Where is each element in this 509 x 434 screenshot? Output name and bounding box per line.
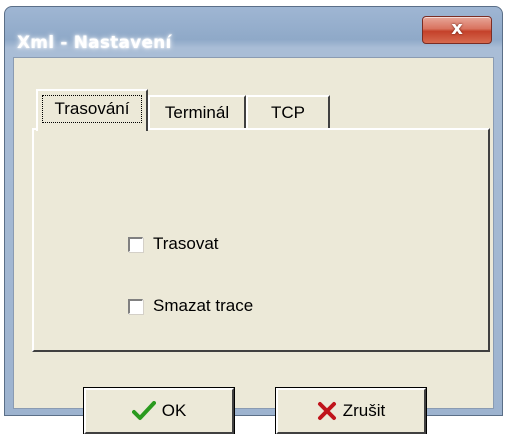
trasovat-label: Trasovat xyxy=(153,234,219,253)
title-bar[interactable]: Xml - Nastavení x xyxy=(5,7,502,57)
smazat-trace-label: Smazat trace xyxy=(153,296,254,315)
smazat-trace-checkbox[interactable] xyxy=(128,298,143,314)
trasovat-option[interactable]: Trasovat xyxy=(128,232,219,256)
cancel-label: Zrušit xyxy=(342,401,386,420)
cancel-button[interactable]: Zrušit xyxy=(275,387,427,434)
close-button[interactable]: x xyxy=(422,16,492,44)
ok-button[interactable]: OK xyxy=(83,387,235,434)
tab-label: Trasování xyxy=(54,99,130,118)
checkmark-icon xyxy=(131,401,156,421)
tab-label: Terminál xyxy=(164,103,230,122)
tab-tcp[interactable]: TCP xyxy=(246,95,330,129)
tab-trasovani[interactable]: Trasování xyxy=(36,89,148,131)
close-icon: x xyxy=(451,18,463,39)
tab-panel-trasovani: Trasovat Smazat trace xyxy=(32,128,490,352)
ok-label: OK xyxy=(161,401,187,420)
settings-dialog: Xml - Nastavení x Trasování Terminál TCP… xyxy=(4,6,503,434)
tab-terminal[interactable]: Terminál xyxy=(148,95,246,129)
dialog-client-area: Trasování Terminál TCP Trasovat Smazat t… xyxy=(13,57,494,434)
smazat-trace-option[interactable]: Smazat trace xyxy=(128,294,253,318)
window-title: Xml - Nastavení xyxy=(17,33,172,53)
cross-icon xyxy=(317,401,337,421)
trasovat-checkbox[interactable] xyxy=(128,236,143,252)
tab-label: TCP xyxy=(271,103,305,122)
